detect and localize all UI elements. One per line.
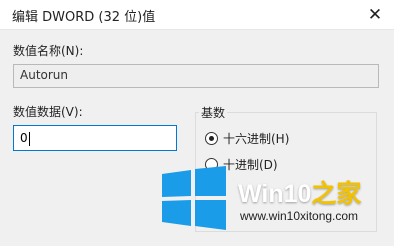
base-legend: 基数 [199,104,228,121]
close-icon: ✕ [367,4,383,25]
title-bar: 编辑 DWORD (32 位)值 ✕ [0,0,394,30]
dialog-bottom-strip [0,232,394,246]
close-button[interactable]: ✕ [356,0,394,29]
radio-hexadecimal-label: 十六进制(H) [223,132,290,146]
radio-hexadecimal[interactable]: 十六进制(H) [205,130,289,147]
watermark-title-main: Win10 [238,180,312,208]
windows-logo-icon [162,166,226,230]
radio-decimal-label: 十进制(D) [223,158,278,172]
value-name-field: Autorun [13,64,379,88]
value-data-text: 0 [20,131,28,145]
watermark-url: www.win10xitong.com [240,209,359,223]
value-data-label: 数值数据(V): [13,105,83,119]
watermark-title-accent: 之家 [311,180,362,208]
radio-checked-icon [205,132,218,145]
edit-dword-dialog: 编辑 DWORD (32 位)值 ✕ 数值名称(N): Autorun 数值数据… [0,0,394,246]
value-data-input[interactable]: 0 [13,125,177,151]
watermark-title: Win10之家 [238,174,361,210]
window-title: 编辑 DWORD (32 位)值 [12,10,156,25]
value-name-label: 数值名称(N): [13,44,84,58]
text-caret [28,131,30,146]
